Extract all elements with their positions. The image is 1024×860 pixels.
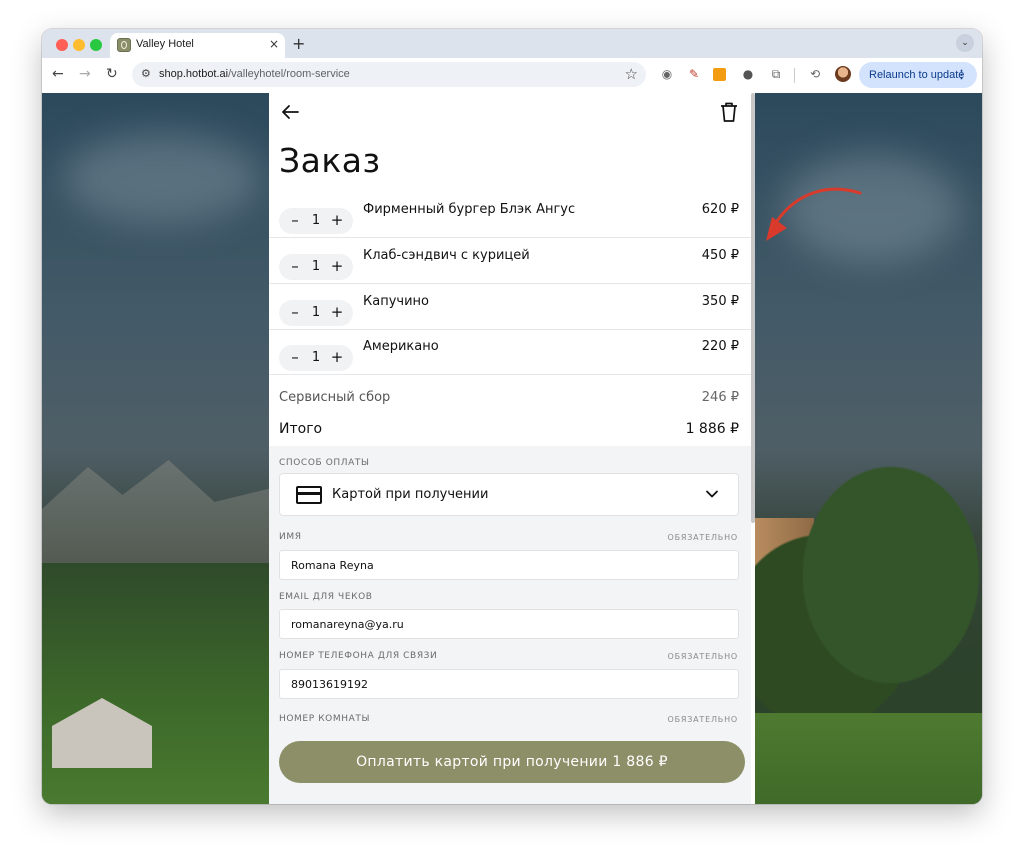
background-lawn — [754, 713, 982, 804]
browser-window: Valley Hotel × + ⌄ ← → ↻ ⚙ shop.hotbot.a… — [42, 29, 982, 804]
phone-required-label: ОБЯЗАТЕЛЬНО — [667, 652, 738, 661]
quantity-stepper: – 1 + — [279, 254, 353, 280]
name-required-label: ОБЯЗАТЕЛЬНО — [667, 533, 738, 542]
total-value: 1 886 ₽ — [685, 421, 739, 437]
relaunch-to-update-button[interactable]: Relaunch to update ⋮ — [859, 62, 977, 88]
chevron-down-icon — [706, 490, 718, 498]
tab-valley-hotel[interactable]: Valley Hotel × — [110, 33, 285, 58]
email-input[interactable] — [279, 609, 739, 639]
item-name: Американо — [363, 339, 439, 354]
orange-extension-icon[interactable] — [713, 68, 726, 81]
item-name: Клаб-сэндвич с курицей — [363, 248, 530, 263]
increase-quantity-button[interactable]: + — [327, 211, 347, 229]
extensions-puzzle-icon[interactable]: ⧉ — [768, 67, 784, 82]
payment-method-value: Картой при получении — [332, 487, 489, 502]
camera-icon[interactable]: ◉ — [659, 67, 675, 81]
total-label: Итого — [279, 421, 323, 437]
item-name: Капучино — [363, 294, 429, 309]
order-item-row: – 1 + Американо 220 ₽ — [269, 329, 751, 375]
more-menu-icon[interactable]: ⋮ — [956, 62, 967, 88]
maximize-window-button[interactable] — [90, 39, 102, 51]
trash-icon[interactable] — [719, 101, 739, 123]
address-bar[interactable]: ⚙ shop.hotbot.ai/valleyhotel/room-servic… — [132, 62, 646, 87]
panel-scrollbar[interactable] — [751, 93, 755, 523]
service-fee-value: 246 ₽ — [701, 390, 739, 405]
annotation-arrow-icon — [766, 187, 862, 241]
quantity-stepper: – 1 + — [279, 208, 353, 234]
name-input[interactable] — [279, 550, 739, 580]
email-label: EMAIL ДЛЯ ЧЕКОВ — [279, 592, 373, 602]
tab-strip: Valley Hotel × + ⌄ — [42, 29, 982, 58]
phone-label: НОМЕР ТЕЛЕФОНА ДЛЯ СВЯЗИ — [279, 651, 438, 661]
close-window-button[interactable] — [56, 39, 68, 51]
order-item-row: – 1 + Клаб-сэндвич с курицей 450 ₽ — [269, 238, 751, 284]
planet-extension-icon[interactable]: ● — [740, 67, 756, 81]
payment-method-select[interactable]: Картой при получении — [279, 473, 739, 516]
increase-quantity-button[interactable]: + — [327, 348, 347, 366]
increase-quantity-button[interactable]: + — [327, 257, 347, 275]
minimize-window-button[interactable] — [73, 39, 85, 51]
name-label: ИМЯ — [279, 532, 302, 542]
forward-icon[interactable]: → — [79, 66, 91, 82]
payment-method-label: СПОСОБ ОПЛАТЫ — [279, 458, 370, 468]
hotel-favicon-icon — [117, 38, 131, 52]
tab-search-icon[interactable]: ⌄ — [956, 34, 974, 52]
browser-toolbar: ← → ↻ ⚙ shop.hotbot.ai/valleyhotel/room-… — [42, 58, 982, 94]
order-item-row: – 1 + Фирменный бургер Блэк Ангус 620 ₽ — [269, 192, 751, 238]
back-arrow-icon[interactable] — [279, 101, 301, 123]
pen-extension-icon[interactable]: ✎ — [686, 67, 702, 81]
service-fee-label: Сервисный сбор — [279, 390, 391, 405]
new-tab-button[interactable]: + — [292, 34, 305, 53]
toolbar-divider — [794, 68, 795, 83]
increase-quantity-button[interactable]: + — [327, 303, 347, 321]
quantity-stepper: – 1 + — [279, 345, 353, 371]
relaunch-label: Relaunch to update — [869, 69, 965, 81]
site-info-icon[interactable]: ⚙ — [141, 67, 151, 80]
background-trees — [754, 463, 982, 743]
room-required-label: ОБЯЗАТЕЛЬНО — [667, 715, 738, 724]
profile-avatar[interactable] — [835, 66, 851, 82]
page-viewport: Заказ – 1 + Фирменный бургер Блэк Ангус … — [42, 93, 982, 804]
item-price: 220 ₽ — [701, 339, 739, 354]
page-title: Заказ — [279, 141, 381, 180]
pay-button[interactable]: Оплатить картой при получении 1 886 ₽ — [279, 741, 745, 783]
order-panel: Заказ – 1 + Фирменный бургер Блэк Ангус … — [269, 93, 755, 804]
item-name: Фирменный бургер Блэк Ангус — [363, 202, 576, 217]
bookmark-star-icon[interactable]: ☆ — [625, 65, 638, 83]
tab-title: Valley Hotel — [136, 38, 194, 50]
background-cloud — [62, 133, 262, 223]
update-extension-icon[interactable]: ⟲ — [807, 67, 823, 81]
reload-icon[interactable]: ↻ — [106, 66, 118, 82]
credit-card-icon — [296, 486, 322, 504]
order-item-row: – 1 + Капучино 350 ₽ — [269, 284, 751, 330]
back-icon[interactable]: ← — [52, 66, 64, 82]
url-text: shop.hotbot.ai/valleyhotel/room-service — [159, 68, 350, 80]
room-number-label: НОМЕР КОМНАТЫ — [279, 714, 370, 724]
item-price: 350 ₽ — [701, 294, 739, 309]
tab-close-icon[interactable]: × — [269, 37, 279, 51]
quantity-stepper: – 1 + — [279, 300, 353, 326]
phone-input[interactable] — [279, 669, 739, 699]
